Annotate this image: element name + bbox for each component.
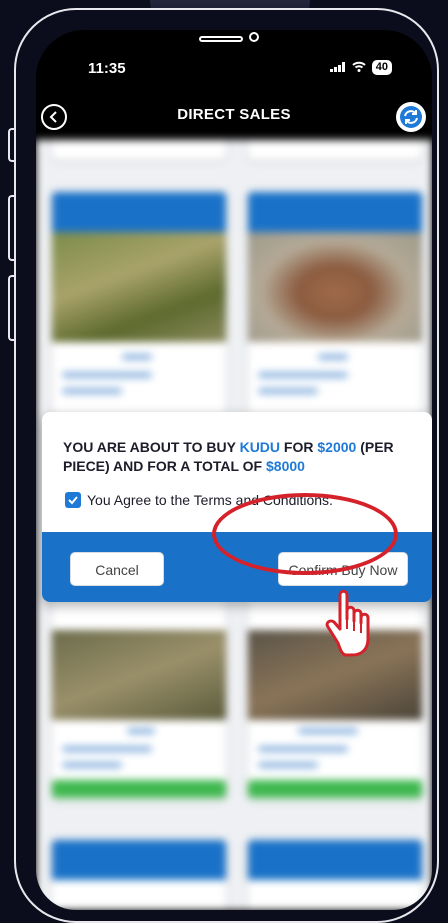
animal-name: KUDU bbox=[239, 439, 281, 455]
checkmark-icon bbox=[68, 496, 78, 505]
listing-card[interactable] bbox=[248, 192, 422, 417]
listing-card[interactable] bbox=[52, 840, 226, 910]
listing-card[interactable] bbox=[52, 140, 226, 160]
status-time: 11:35 bbox=[88, 60, 126, 77]
listing-card[interactable] bbox=[248, 140, 422, 160]
animal-photo bbox=[248, 232, 422, 342]
total-price: $8000 bbox=[266, 458, 305, 474]
purchase-summary: YOU ARE ABOUT TO BUY KUDU FOR $2000 (PER… bbox=[63, 439, 394, 474]
cancel-button[interactable]: Cancel bbox=[70, 552, 164, 586]
listing-card[interactable] bbox=[248, 840, 422, 910]
refresh-icon bbox=[400, 106, 422, 128]
app-header: DIRECT SALES bbox=[36, 98, 432, 138]
signal-icon bbox=[329, 60, 346, 75]
tap-hand-icon bbox=[320, 583, 380, 663]
dynamic-island bbox=[199, 32, 269, 48]
page-title: DIRECT SALES bbox=[177, 106, 291, 123]
battery-icon: 40 bbox=[371, 60, 392, 75]
terms-checkbox[interactable] bbox=[65, 492, 81, 508]
animal-photo bbox=[52, 630, 226, 720]
unit-price: $2000 bbox=[317, 439, 357, 455]
wifi-icon bbox=[352, 60, 366, 75]
phone-screen: 11:35 40 DIRECT SALES YOU ARE ABOUT TO B… bbox=[36, 30, 432, 910]
refresh-button[interactable] bbox=[396, 102, 426, 132]
status-bar: 11:35 40 bbox=[36, 60, 432, 90]
listing-card[interactable] bbox=[52, 192, 226, 417]
highlight-circle bbox=[212, 493, 398, 575]
animal-photo bbox=[52, 232, 226, 342]
